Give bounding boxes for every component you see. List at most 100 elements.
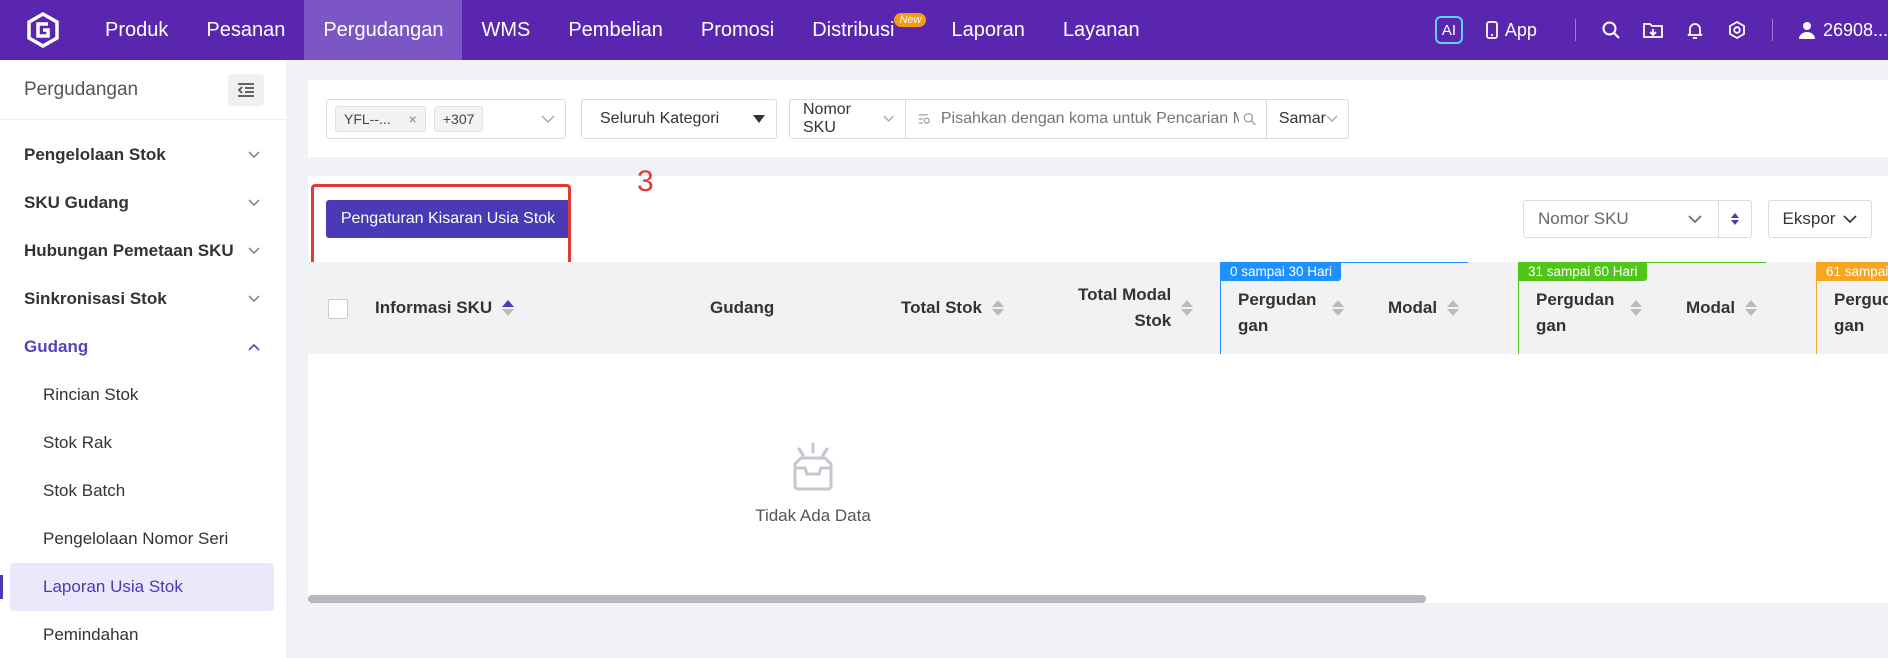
col-warehouse: Gudang (710, 262, 774, 354)
user-icon (1798, 22, 1815, 39)
col-capital[interactable]: Modal (1388, 262, 1460, 354)
search-input[interactable] (940, 110, 1239, 128)
sort-desc-icon (1731, 220, 1739, 225)
nav-pembelian[interactable]: Pembelian (549, 0, 682, 60)
col-storage[interactable]: Pergudan gan (1834, 262, 1888, 354)
caret-down-icon (753, 115, 765, 123)
bell-icon[interactable] (1683, 18, 1707, 42)
sidebar-item-laporan-usia-stok[interactable]: Laporan Usia Stok (0, 563, 274, 611)
column-label: Modal (1388, 298, 1438, 317)
sidebar-item-rincian-stok[interactable]: Rincian Stok (0, 371, 286, 419)
export-button[interactable]: Ekspor (1768, 200, 1872, 238)
ai-assistant-button[interactable]: AI (1434, 16, 1463, 44)
nav-pergudangan[interactable]: Pergudangan (304, 0, 463, 60)
search-icon[interactable] (1243, 111, 1256, 127)
col-total-stock[interactable]: Total Stok (901, 262, 1004, 354)
nav-label: Promosi (700, 18, 775, 41)
sidebar-group-pengelolaan-stok[interactable]: Pengelolaan Stok (0, 131, 286, 179)
sidebar-item-label: Pengelolaan Nomor Seri (43, 529, 229, 548)
nav-laporan[interactable]: Laporan (932, 0, 1043, 60)
sidebar-item-label: Stok Rak (43, 433, 112, 452)
nav-promosi[interactable]: Promosi (682, 0, 793, 60)
top-navbar: Produk Pesanan Pergudangan WMS Pembelian… (0, 0, 1888, 60)
sort-icon (991, 300, 1004, 316)
nav-wms[interactable]: WMS (462, 0, 549, 60)
column-label: Informasi SKU (375, 298, 493, 317)
col-sku-info[interactable]: Informasi SKU (375, 262, 515, 354)
sidebar-group-sku-gudang[interactable]: SKU Gudang (0, 179, 286, 227)
sort-field-select[interactable]: Nomor SKU (1523, 200, 1719, 238)
folder-download-icon[interactable] (1641, 18, 1665, 42)
sidebar-group-label: Sinkronisasi Stok (24, 289, 167, 308)
column-label: gan (1536, 316, 1567, 335)
sidebar-collapse-button[interactable] (228, 73, 264, 106)
sidebar-item-pemindahan[interactable]: Pemindahan (0, 611, 286, 658)
sidebar-header: Pergudangan (0, 60, 286, 120)
match-mode-select[interactable]: Samar (1267, 100, 1348, 138)
column-label: Pergudan (1536, 290, 1615, 309)
user-id: 26908... (1822, 19, 1888, 40)
sidebar-item-pengelolaan-nomor-seri[interactable]: Pengelolaan Nomor Seri (0, 515, 286, 563)
nav-label: Laporan (951, 18, 1025, 41)
select-all-checkbox[interactable] (328, 299, 348, 319)
warehouse-select[interactable]: YFL--... × +307 (326, 99, 566, 139)
warehouse-tag-label: YFL--... (344, 111, 391, 127)
sidebar-group-sinkronisasi-stok[interactable]: Sinkronisasi Stok (0, 275, 286, 323)
col-total-capital-stock[interactable]: Total Modal Stok (1078, 262, 1194, 354)
chevron-down-icon (1688, 215, 1702, 223)
ai-label: AI (1441, 21, 1456, 39)
close-icon[interactable]: × (409, 111, 417, 127)
search-type-select[interactable]: Nomor SKU (790, 100, 905, 138)
category-select[interactable]: Seluruh Kategori (581, 99, 777, 139)
logo-icon (27, 12, 59, 48)
col-capital[interactable]: Modal (1686, 262, 1758, 354)
column-label: Stok (1134, 311, 1172, 330)
app-download-button[interactable]: App (1485, 20, 1537, 41)
column-label: Total Stok (901, 298, 982, 317)
settings-icon[interactable] (1725, 18, 1749, 42)
column-label-wrap: Pergudan gan (1238, 277, 1316, 339)
nav-label: Layanan (1062, 18, 1140, 41)
chevron-down-icon (1843, 215, 1858, 223)
age-group-61-90: 61 sampai 90 Hari Pergudan gan (1816, 262, 1888, 354)
table-header: Informasi SKU Gudang Total Stok Total Mo… (308, 262, 1888, 354)
column-label: Gudang (710, 298, 775, 317)
nav-label: Pesanan (206, 18, 286, 41)
empty-inbox-icon (793, 442, 833, 491)
sidebar: Pergudangan Pengelolaan Stok SKU Gudang … (0, 60, 286, 658)
sidebar-group-hubungan-pemetaan-sku[interactable]: Hubungan Pemetaan SKU (0, 227, 286, 275)
nav-layanan[interactable]: Layanan (1044, 0, 1159, 60)
sidebar-group-label: Pengelolaan Stok (24, 145, 166, 164)
collapse-menu-icon (237, 82, 254, 97)
column-label: Pergudan (1238, 290, 1317, 309)
app-logo[interactable] (0, 0, 86, 60)
sidebar-item-stok-batch[interactable]: Stok Batch (0, 467, 286, 515)
sort-order-toggle[interactable] (1718, 200, 1752, 238)
column-label: gan (1238, 316, 1269, 335)
chevron-down-icon (1326, 115, 1338, 123)
user-menu[interactable]: 26908... (1797, 20, 1888, 41)
new-badge: New (894, 13, 927, 27)
sidebar-group-gudang[interactable]: Gudang (0, 323, 286, 371)
column-label: Pergudan (1834, 290, 1888, 309)
col-storage[interactable]: Pergudan gan (1536, 262, 1643, 354)
sidebar-group-label: SKU Gudang (24, 193, 129, 212)
sidebar-item-stok-rak[interactable]: Stok Rak (0, 419, 286, 467)
nav-distribusi[interactable]: Distribusi New (793, 0, 932, 60)
nav-label: WMS (481, 18, 531, 41)
filter-panel: YFL--... × +307 Seluruh Kategori Nomor S… (308, 80, 1888, 157)
col-storage[interactable]: Pergudan gan (1238, 262, 1345, 354)
chevron-down-icon (248, 295, 260, 303)
search-icon[interactable] (1599, 18, 1623, 42)
nav-produk[interactable]: Produk (86, 0, 187, 60)
divider (1574, 19, 1576, 41)
match-mode-value: Samar (1278, 110, 1326, 127)
nav-pesanan[interactable]: Pesanan (187, 0, 304, 60)
nav-label: Pembelian (568, 18, 663, 41)
annotation-number: 3 (637, 165, 654, 198)
warehouse-tag: YFL--... × (335, 106, 426, 132)
horizontal-scrollbar[interactable] (308, 595, 1426, 603)
bulk-search-icon (918, 114, 930, 124)
chevron-up-icon (248, 343, 260, 351)
warehouse-more-count: +307 (442, 111, 475, 127)
